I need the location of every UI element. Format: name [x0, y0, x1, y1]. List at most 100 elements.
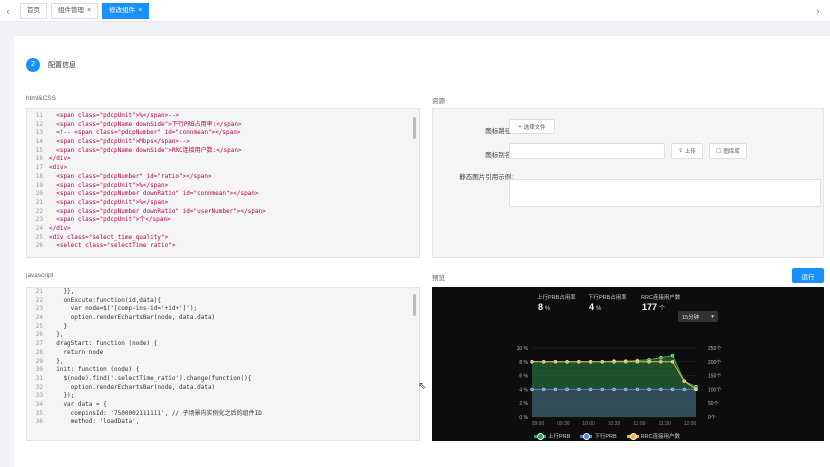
series-point-2: [577, 360, 581, 364]
tab-scroll-left-icon[interactable]: ‹: [0, 6, 16, 16]
javascript-title: javascript: [26, 272, 54, 279]
y-left-tick-label: 2 %: [519, 401, 528, 407]
mouse-cursor-icon: ⇖: [418, 381, 427, 392]
code-line: 16 </div>: [27, 155, 419, 164]
tab-label: 首页: [27, 6, 40, 14]
line-number: 17: [35, 164, 43, 172]
legend-item[interactable]: 上行PRB: [534, 432, 570, 440]
line-number: 11: [35, 112, 43, 119]
code-line: 14 <span class="pdcpUnit">Mbps</span>-->: [27, 138, 419, 147]
tab-2[interactable]: 修改组件 ×: [102, 2, 150, 19]
code-text: var node=$('[comp-ins-id='+id+']');: [49, 305, 198, 313]
upload-arrow-icon: ⇪: [678, 148, 683, 154]
code-text: <span class="pdcpUnit">%</span>-->: [49, 112, 180, 119]
y-right-tick-label: 50个: [708, 401, 719, 407]
tab-bar: ‹ 首页 组件管理 × 修改组件 × ›: [0, 0, 830, 22]
code-line: 31 $(node).find('.selectTime_ratio').cha…: [27, 375, 419, 384]
line-number: 34: [35, 400, 43, 408]
code-line: 33 });: [27, 392, 419, 401]
series-point-1: [600, 387, 605, 392]
choose-file-button[interactable]: + 选择文件: [509, 119, 555, 134]
code-line: 21 <span class="pdcpUnit">%</span>: [27, 199, 419, 208]
code-line: 24 option.renderEchartsBar(node, data.da…: [27, 314, 419, 323]
icon-alias-input[interactable]: [509, 143, 665, 159]
code-line: 34 var data = {: [27, 401, 419, 410]
kpi-label: RRC连接用户数: [641, 295, 681, 301]
code-text: <span class="pdcpUnit">Mbps</span>-->: [49, 138, 190, 146]
line-number: 28: [35, 348, 43, 356]
series-point-1: [635, 387, 640, 392]
legend-label: RRC连接用户数: [640, 434, 681, 440]
code-text: <div>: [49, 164, 68, 172]
line-number: 25: [35, 322, 43, 330]
series-point-2: [541, 360, 546, 364]
close-icon[interactable]: ×: [87, 3, 91, 19]
series-point-2: [682, 379, 687, 383]
code-line: 32 option.renderEchartsBar(node, data.da…: [27, 384, 419, 393]
series-point-1: [647, 387, 651, 392]
series-point-2: [600, 360, 605, 364]
line-number: 21: [35, 198, 43, 206]
series-point-2: [530, 360, 534, 364]
legend-swatch-icon: [580, 432, 593, 440]
code-text: </div>: [49, 155, 71, 163]
tab-0[interactable]: 首页: [20, 2, 47, 19]
legend-item[interactable]: 下行PRB: [580, 432, 617, 440]
code-text: option.renderEchartsBar(node, data.data): [49, 314, 216, 322]
run-button[interactable]: 运行: [792, 268, 824, 283]
step-label: 配置信息: [48, 62, 76, 69]
line-number: 23: [35, 305, 43, 313]
html-css-editor[interactable]: 11 <span class="pdcpUnit">%</span>--> 12 …: [26, 108, 420, 258]
series-point-2: [694, 387, 698, 392]
code-text: compinsId: '7500002111111', // 子场景内实例化之后…: [49, 409, 262, 417]
code-text: <span class="pdcpUnit">%</span>: [49, 181, 169, 189]
kpi-unit: %: [545, 306, 551, 312]
series-area-down: [532, 389, 696, 417]
javascript-editor[interactable]: 21 }}, 22 onExcute:function(id,data){23 v…: [26, 287, 420, 441]
line-number: 22: [35, 296, 43, 304]
line-number: 35: [35, 409, 43, 417]
series-point-2: [659, 360, 663, 364]
code-line: 27 dragStart: function (node) {: [27, 340, 419, 349]
series-point-2: [623, 360, 628, 364]
tab-label: 组件管理: [58, 6, 84, 14]
line-number: 23: [35, 216, 43, 224]
kpi-value: 177 个: [642, 302, 665, 312]
series-point-0: [659, 355, 663, 360]
js-editor-scrollbar[interactable]: [413, 294, 416, 316]
line-number: 18: [35, 172, 43, 180]
code-line: 13 <!-- <span class="pdcpNumber" id="con…: [27, 129, 419, 138]
code-line: 29 },: [27, 358, 419, 367]
code-line: 28 return node: [27, 349, 419, 358]
kpi-number: 8: [538, 302, 544, 312]
code-text: init: function (node) {: [49, 366, 140, 374]
static-ref-label: 静态图片引用示例:: [459, 174, 513, 181]
line-number: 22: [35, 207, 43, 215]
series-point-2: [588, 360, 593, 364]
y-left-tick-label: 10 %: [517, 346, 529, 352]
html-editor-scrollbar[interactable]: [413, 117, 416, 139]
code-text: onExcute:function(id,data){: [49, 296, 161, 304]
code-line: 35 compinsId: '7500002111111', // 子场景内实例…: [27, 410, 419, 419]
line-number: 30: [35, 366, 43, 374]
tab-1[interactable]: 组件管理 ×: [51, 2, 99, 19]
icon-library-button[interactable]: ▢ 图库库: [709, 143, 747, 159]
static-ref-textarea[interactable]: [509, 179, 821, 207]
tab-scroll-right-icon[interactable]: ›: [810, 6, 826, 16]
resource-title: 资源: [432, 98, 445, 105]
close-icon[interactable]: ×: [138, 3, 142, 19]
x-tick-label: 12:00: [684, 421, 697, 427]
code-line: 24 </div>: [27, 225, 419, 234]
y-right-tick-label: 100个: [708, 387, 721, 393]
code-text: }: [49, 322, 68, 330]
library-icon: ▢: [716, 148, 722, 154]
line-number: 12: [35, 120, 43, 128]
kpi-value: 8%: [538, 302, 550, 312]
upload-button[interactable]: ⇪ 上传: [671, 143, 703, 159]
legend-item[interactable]: RRC连接用户数: [626, 432, 681, 440]
x-tick-label: 09:00: [532, 421, 545, 427]
line-number: 26: [35, 331, 43, 339]
kpi-number: 4: [589, 302, 595, 312]
code-line: 17 <div>: [27, 164, 419, 173]
y-right-tick-label: 0个: [708, 415, 716, 421]
